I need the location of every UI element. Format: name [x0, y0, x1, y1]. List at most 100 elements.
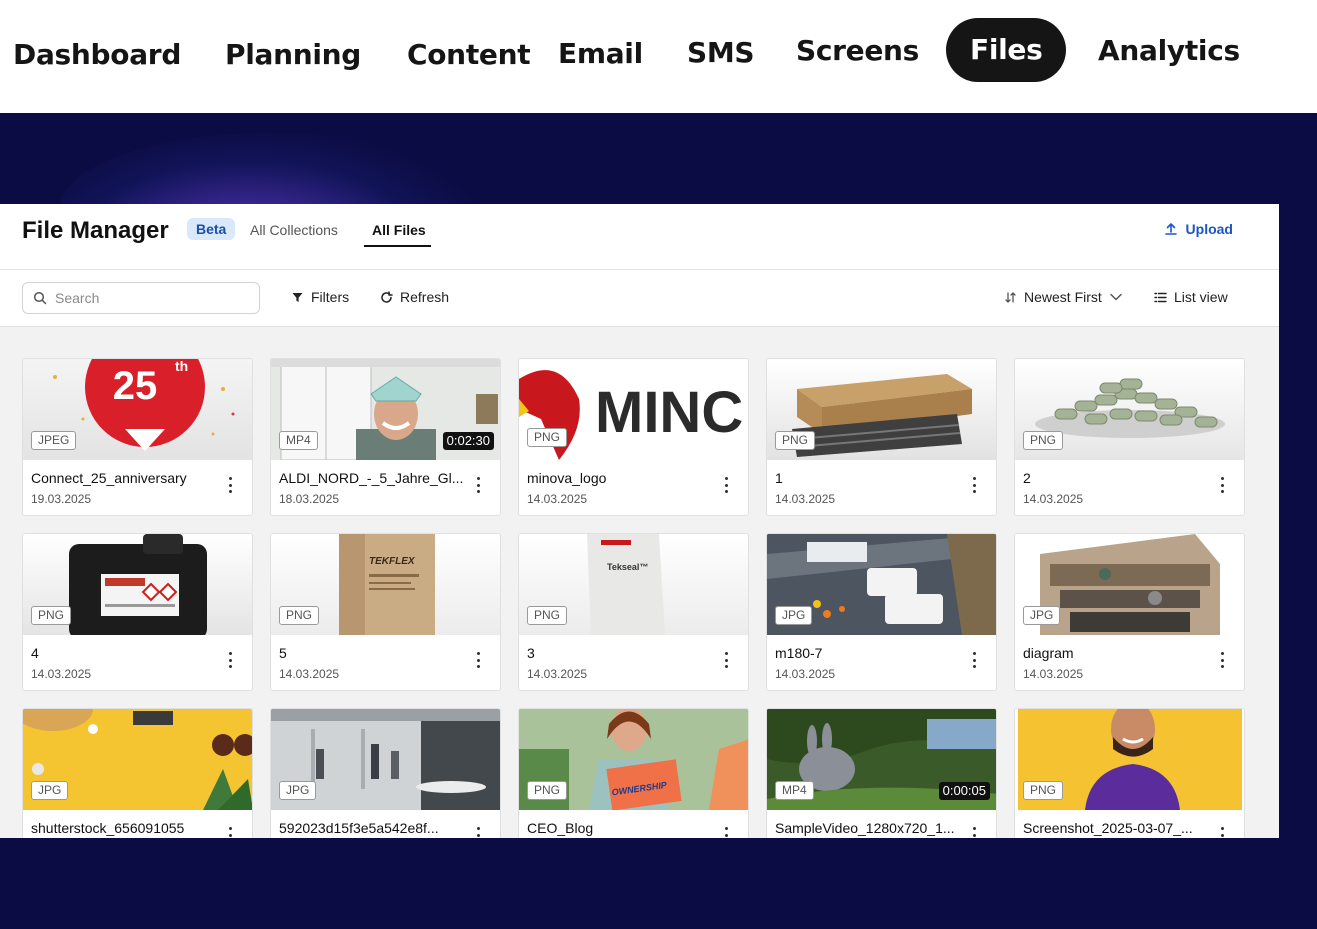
more-options-icon[interactable]: [722, 652, 730, 668]
more-options-icon[interactable]: [722, 827, 730, 838]
file-type-badge: PNG: [279, 606, 320, 625]
file-type-badge: JPG: [1023, 606, 1061, 625]
nav-content[interactable]: Content: [407, 38, 531, 72]
more-options-icon[interactable]: [474, 827, 482, 838]
nav-dashboard[interactable]: Dashboard: [13, 38, 181, 72]
filters-label: Filters: [311, 289, 350, 305]
file-date: 14.03.2025: [527, 667, 588, 681]
file-name: SampleVideo_1280x720_1...: [775, 820, 955, 836]
file-date: 14.03.2025: [31, 667, 92, 681]
file-card[interactable]: PNG 4 14.03.2025: [22, 533, 253, 691]
purple-glow: [60, 133, 480, 204]
search-icon: [33, 291, 47, 305]
file-type-badge: PNG: [1023, 431, 1064, 450]
list-view-label: List view: [1174, 289, 1228, 305]
filter-icon: [292, 292, 303, 302]
video-duration: 0:02:30: [442, 432, 494, 450]
file-name: shutterstock_656091055: [31, 820, 185, 836]
sort-label: Newest First: [1024, 289, 1102, 305]
more-options-icon[interactable]: [970, 652, 978, 668]
nav-files[interactable]: Files: [946, 18, 1067, 82]
file-type-badge: JPG: [279, 781, 317, 800]
nav-screens[interactable]: Screens: [796, 34, 919, 68]
file-type-badge: JPG: [775, 606, 813, 625]
tab-all-collections[interactable]: All Collections: [250, 221, 338, 239]
beta-badge: Beta: [187, 218, 236, 240]
file-name: 1: [775, 470, 783, 486]
file-date: 14.03.2025: [775, 492, 836, 506]
tekseal-text: Tekseal™: [607, 562, 648, 572]
file-card[interactable]: 25 th JPEG Connect_25_anniversary 19.03.…: [22, 358, 253, 516]
file-name: 5: [279, 645, 287, 661]
more-options-icon[interactable]: [1218, 827, 1226, 838]
file-name: 4: [31, 645, 39, 661]
chevron-down-icon: [1110, 293, 1122, 301]
file-date: 18.03.2025: [279, 492, 340, 506]
file-card[interactable]: MINC PNG minova_logo 14.03.2025: [518, 358, 749, 516]
file-type-badge: PNG: [1023, 781, 1064, 800]
file-card[interactable]: JPG diagram 14.03.2025: [1014, 533, 1245, 691]
upload-icon: [1164, 223, 1177, 235]
anniversary-suffix: th: [175, 359, 188, 374]
file-card[interactable]: PNG Screenshot_2025-03-07_...: [1014, 708, 1245, 838]
file-card[interactable]: PNG 2 14.03.2025: [1014, 358, 1245, 516]
file-name: m180-7: [775, 645, 823, 661]
more-options-icon[interactable]: [474, 652, 482, 668]
more-options-icon[interactable]: [226, 827, 234, 838]
file-date: 14.03.2025: [775, 667, 836, 681]
file-name: 3: [527, 645, 535, 661]
file-card[interactable]: MP4 0:02:30 ALDI_NORD_-_5_Jahre_Gl... 18…: [270, 358, 501, 516]
nav-email[interactable]: Email: [558, 37, 643, 71]
top-navigation: Dashboard Planning Content Email SMS Scr…: [0, 0, 1317, 113]
filters-button[interactable]: Filters: [291, 289, 349, 305]
upload-button[interactable]: Upload: [1164, 221, 1233, 237]
file-date: 14.03.2025: [279, 667, 340, 681]
more-options-icon[interactable]: [226, 652, 234, 668]
refresh-button[interactable]: Refresh: [380, 289, 449, 305]
file-name: ALDI_NORD_-_5_Jahre_Gl...: [279, 470, 464, 486]
file-card[interactable]: JPG shutterstock_656091055: [22, 708, 253, 838]
file-manager-panel: File Manager Beta All Collections All Fi…: [0, 204, 1279, 838]
tab-all-files[interactable]: All Files: [372, 221, 426, 239]
file-card[interactable]: PNG 1 14.03.2025: [766, 358, 997, 516]
more-options-icon[interactable]: [226, 477, 234, 493]
file-card[interactable]: JPG 592023d15f3e5a542e8f...: [270, 708, 501, 838]
list-view-button[interactable]: List view: [1154, 289, 1228, 305]
video-duration: 0:00:05: [938, 782, 990, 800]
file-type-badge: PNG: [527, 781, 568, 800]
file-name: CEO_Blog: [527, 820, 594, 836]
nav-planning[interactable]: Planning: [225, 38, 361, 72]
more-options-icon[interactable]: [1218, 477, 1226, 493]
sort-dropdown[interactable]: Newest First: [1004, 289, 1123, 305]
active-tab-indicator: [364, 245, 431, 247]
more-options-icon[interactable]: [970, 477, 978, 493]
file-name: diagram: [1023, 645, 1074, 661]
file-name: 592023d15f3e5a542e8f...: [279, 820, 439, 836]
file-card[interactable]: TEKFLEX PNG 5 14.03.2025: [270, 533, 501, 691]
search-box: [22, 282, 260, 314]
file-card[interactable]: JPG m180-7 14.03.2025: [766, 533, 997, 691]
file-card[interactable]: MP4 0:00:05 SampleVideo_1280x720_1...: [766, 708, 997, 838]
refresh-icon: [381, 290, 393, 303]
hero-band: [0, 113, 1317, 204]
file-type-badge: JPG: [31, 781, 69, 800]
file-card[interactable]: OWNERSHIP PNG CEO_Blog: [518, 708, 749, 838]
logo-text: MINC: [595, 380, 743, 445]
file-type-badge: MP4: [279, 431, 318, 450]
nav-analytics[interactable]: Analytics: [1098, 34, 1240, 68]
file-type-badge: PNG: [31, 606, 72, 625]
nav-sms[interactable]: SMS: [687, 36, 755, 70]
more-options-icon[interactable]: [474, 477, 482, 493]
page-title: File Manager: [22, 217, 169, 244]
more-options-icon[interactable]: [1218, 652, 1226, 668]
file-name: minova_logo: [527, 470, 607, 486]
search-input[interactable]: [55, 290, 245, 306]
more-options-icon[interactable]: [722, 477, 730, 493]
list-icon: [1154, 292, 1167, 302]
file-name: 2: [1023, 470, 1031, 486]
refresh-label: Refresh: [400, 289, 450, 305]
file-card[interactable]: Tekseal™ PNG 3 14.03.2025: [518, 533, 749, 691]
file-type-badge: MP4: [775, 781, 814, 800]
sort-icon: [1005, 291, 1016, 303]
more-options-icon[interactable]: [970, 827, 978, 838]
